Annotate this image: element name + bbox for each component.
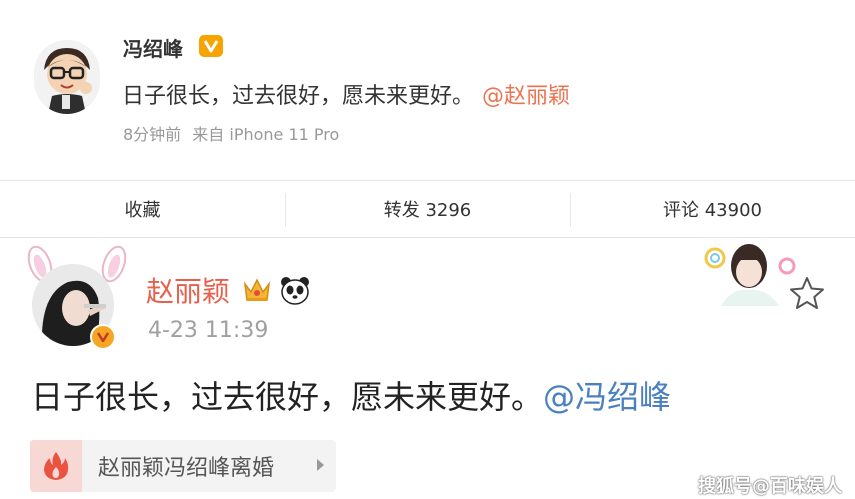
mention-link[interactable]: @冯绍峰 xyxy=(543,378,671,416)
post-time: 8分钟前 xyxy=(123,125,182,144)
post-meta: 8分钟前 来自 iPhone 11 Pro xyxy=(123,121,339,145)
post-feng: 冯绍峰 日子很长，过去很好，愿未来更好。 @赵丽颖 8分钟前 来自 iPhone … xyxy=(0,0,855,180)
post-text-body: 日子很长，过去很好，愿未来更好。 xyxy=(31,378,544,416)
star-outline-icon[interactable] xyxy=(788,275,826,311)
avatar-with-bunny-ears[interactable] xyxy=(22,244,132,356)
post-source: 来自 iPhone 11 Pro xyxy=(192,125,340,144)
post-text-body: 日子很长，过去很好，愿未来更好。 xyxy=(122,84,475,109)
post-text: 日子很长，过去很好，愿未来更好。@冯绍峰 xyxy=(31,372,671,418)
chevron-right-icon xyxy=(317,459,324,471)
mention-link[interactable]: @赵丽颖 xyxy=(482,84,570,109)
comment-button[interactable]: 评论 43900 xyxy=(570,181,855,237)
crown-icon[interactable] xyxy=(242,276,272,304)
repost-button[interactable]: 转发 3296 xyxy=(285,181,570,237)
favorite-button[interactable]: 收藏 xyxy=(0,181,285,237)
action-bar: 收藏 转发 3296 评论 43900 xyxy=(0,180,855,238)
avatar[interactable] xyxy=(34,40,100,114)
cartoon-avatar-icon xyxy=(34,40,100,114)
decoration-sticker xyxy=(701,236,799,306)
panda-icon xyxy=(279,275,311,305)
author-name[interactable]: 赵丽颖 xyxy=(146,270,230,310)
vip-v-icon xyxy=(199,35,223,57)
author-name[interactable]: 冯绍峰 xyxy=(123,33,183,62)
fire-icon xyxy=(30,440,82,492)
post-text: 日子很长，过去很好，愿未来更好。 @赵丽颖 xyxy=(122,78,570,110)
topic-card[interactable]: 赵丽颖冯绍峰离婚 xyxy=(30,440,336,492)
topic-label: 赵丽颖冯绍峰离婚 xyxy=(98,456,275,481)
post-time: 4-23 11:39 xyxy=(148,318,269,343)
watermark-text: 搜狐号@百味娱人 xyxy=(698,476,842,497)
verified-v-icon xyxy=(90,324,116,350)
